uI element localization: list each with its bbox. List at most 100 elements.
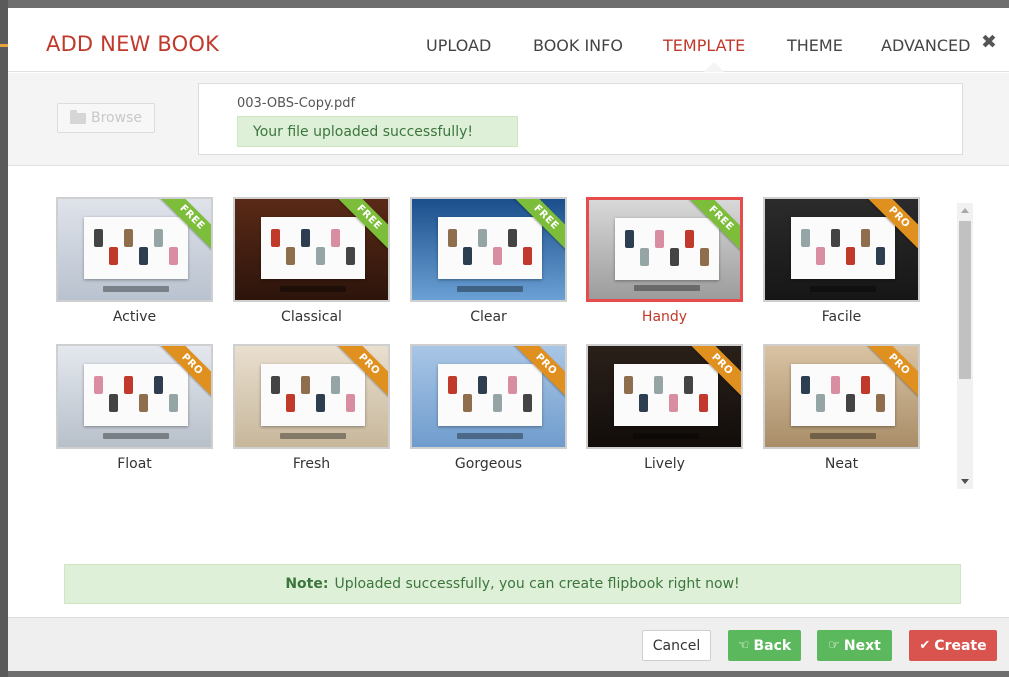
template-item[interactable]: PRO Float — [56, 344, 213, 472]
thumbnail-toolbar — [810, 286, 876, 292]
thumbnail-product — [670, 248, 679, 266]
template-gallery: FREE Active FREE Classical FREE Clear FREE Hand… — [8, 167, 1009, 617]
tab-theme[interactable]: THEME — [787, 36, 843, 55]
thumbnail-product — [654, 376, 663, 394]
thumbnail-product — [463, 247, 472, 265]
template-thumbnail[interactable]: FREE — [233, 197, 390, 302]
template-thumbnail[interactable]: PRO — [763, 197, 920, 302]
thumbnail-product — [876, 394, 885, 412]
thumbnail-product — [139, 247, 148, 265]
close-icon[interactable]: ✖ — [981, 31, 997, 53]
template-item[interactable]: FREE Classical — [233, 197, 390, 325]
template-thumbnail[interactable]: PRO — [233, 344, 390, 449]
template-name: Lively — [644, 456, 685, 472]
thumbnail-product — [523, 394, 532, 412]
thumbnail-toolbar — [457, 286, 523, 292]
template-name: Active — [112, 309, 157, 325]
thumbnail-product — [94, 229, 103, 247]
browse-button[interactable]: Browse — [57, 103, 155, 133]
back-button[interactable]: ☜ Back — [728, 630, 801, 661]
thumbnail-product — [271, 376, 280, 394]
template-item[interactable]: PRO Fresh — [233, 344, 390, 472]
thumbnail-book-page — [438, 364, 542, 426]
thumbnail-book-page — [791, 217, 895, 279]
cancel-button[interactable]: Cancel — [642, 630, 711, 661]
thumbnail-product — [624, 376, 633, 394]
thumbnail-product — [876, 247, 885, 265]
thumbnail-toolbar — [457, 433, 523, 439]
template-name: Float — [117, 456, 152, 472]
template-item[interactable]: FREE Handy — [586, 197, 743, 325]
hand-left-icon: ☜ — [737, 638, 750, 653]
thumbnail-product — [684, 376, 693, 394]
template-name: Clear — [470, 309, 507, 325]
file-info-box: 003-OBS-Copy.pdf Your file uploaded succ… — [198, 83, 963, 155]
template-thumbnail[interactable]: FREE — [410, 197, 567, 302]
thumbnail-toolbar — [634, 285, 700, 291]
thumbnail-product — [801, 376, 810, 394]
thumbnail-product — [331, 376, 340, 394]
thumbnail-product — [846, 247, 855, 265]
thumbnail-product — [301, 376, 310, 394]
template-thumbnail[interactable]: FREE — [586, 197, 743, 302]
thumbnail-toolbar — [103, 286, 169, 292]
template-item[interactable]: PRO Neat — [763, 344, 920, 472]
thumbnail-product — [523, 247, 532, 265]
thumbnail-product — [169, 247, 178, 265]
thumbnail-product — [831, 376, 840, 394]
thumbnail-product — [508, 376, 517, 394]
template-item[interactable]: FREE Active — [56, 197, 213, 325]
template-name: Classical — [281, 309, 342, 325]
template-thumbnail[interactable]: PRO — [56, 344, 213, 449]
tab-upload[interactable]: UPLOAD — [426, 36, 491, 55]
add-book-dialog: ADD NEW BOOK UPLOAD BOOK INFO TEMPLATE T… — [8, 8, 1009, 671]
next-button[interactable]: ☞ Next — [817, 630, 892, 661]
folder-open-icon — [70, 109, 86, 124]
create-label: Create — [934, 637, 987, 654]
template-thumbnail[interactable]: FREE — [56, 197, 213, 302]
thumbnail-product — [700, 248, 709, 266]
scroll-up-arrow-icon[interactable] — [961, 208, 969, 213]
next-label: Next — [843, 637, 881, 654]
create-button[interactable]: ✔ Create — [909, 630, 997, 661]
thumbnail-toolbar — [103, 433, 169, 439]
scroll-thumb[interactable] — [959, 221, 971, 379]
thumbnail-toolbar — [280, 286, 346, 292]
template-thumbnail[interactable]: PRO — [410, 344, 567, 449]
template-item[interactable]: PRO Facile — [763, 197, 920, 325]
file-name: 003-OBS-Copy.pdf — [237, 96, 356, 111]
thumbnail-book-page — [615, 218, 719, 280]
note-label: Note: — [285, 576, 329, 592]
template-item[interactable]: PRO Lively — [586, 344, 743, 472]
scroll-down-arrow-icon[interactable] — [961, 479, 969, 484]
thumbnail-product — [109, 247, 118, 265]
template-thumbnail[interactable]: PRO — [586, 344, 743, 449]
tab-advanced[interactable]: ADVANCED — [881, 36, 970, 55]
thumbnail-product — [316, 247, 325, 265]
dialog-footer: Cancel ☜ Back ☞ Next ✔ Create — [8, 617, 1009, 671]
note-banner: Note: Uploaded successfully, you can cre… — [64, 564, 961, 604]
template-thumbnail[interactable]: PRO — [763, 344, 920, 449]
hand-right-icon: ☞ — [828, 638, 840, 653]
thumbnail-product — [861, 229, 870, 247]
thumbnail-product — [699, 394, 708, 412]
thumbnail-product — [286, 394, 295, 412]
template-item[interactable]: FREE Clear — [410, 197, 567, 325]
back-label: Back — [753, 637, 792, 654]
thumbnail-book-page — [261, 364, 365, 426]
thumbnail-product — [109, 394, 118, 412]
gallery-scrollbar[interactable] — [957, 203, 973, 489]
thumbnail-book-page — [438, 217, 542, 279]
tab-template[interactable]: TEMPLATE — [663, 36, 745, 55]
template-name: Facile — [821, 309, 862, 325]
thumbnail-product — [816, 247, 825, 265]
thumbnail-book-page — [84, 217, 188, 279]
thumbnail-product — [801, 229, 810, 247]
thumbnail-toolbar — [633, 433, 699, 439]
thumbnail-product — [655, 230, 664, 248]
template-name: Fresh — [292, 456, 331, 472]
tab-book-info[interactable]: BOOK INFO — [533, 36, 623, 55]
template-item[interactable]: PRO Gorgeous — [410, 344, 567, 472]
thumbnail-product — [301, 229, 310, 247]
upload-success-message: Your file uploaded successfully! — [237, 116, 518, 147]
